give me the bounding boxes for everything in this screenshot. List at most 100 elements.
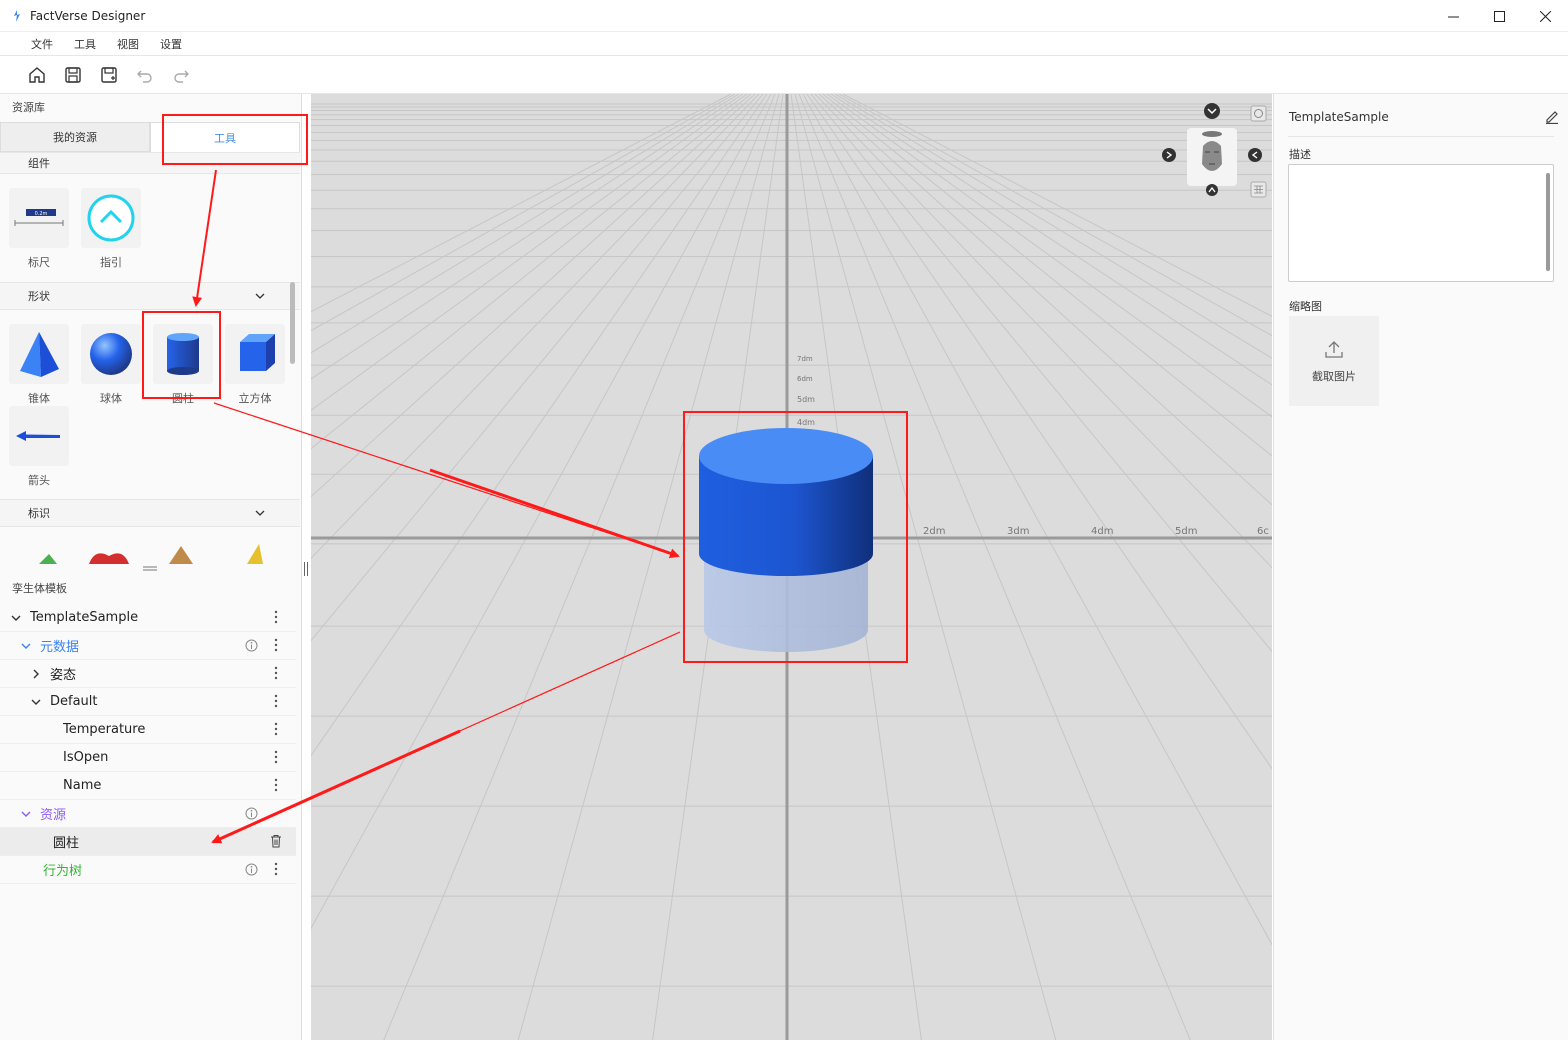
chevron-down-icon[interactable]: [10, 613, 22, 623]
section-title: 组件: [28, 157, 50, 170]
section-markers[interactable]: 标识: [0, 499, 300, 527]
tree-row-metadata[interactable]: 元数据: [0, 632, 296, 660]
redo-icon: [174, 70, 189, 83]
scene-viewport[interactable]: 2dm 3dm 4dm 5dm 6c 7dm 6dm 5dm 4dm: [311, 94, 1272, 1040]
axis-z-label: 7dm: [797, 355, 813, 363]
tree-row-isopen[interactable]: IsOpen: [0, 744, 296, 772]
tile-guide[interactable]: 指引: [81, 188, 141, 270]
menu-tools[interactable]: 工具: [74, 36, 96, 52]
tile-cone[interactable]: 锥体: [9, 324, 69, 406]
ruler-thumb: 0.2m: [9, 188, 69, 248]
ruler-icon: 0.2m: [14, 209, 64, 226]
arrow-thumb: [9, 406, 69, 466]
guide-icon: [87, 194, 135, 242]
tree-row-resources[interactable]: 资源: [0, 800, 296, 828]
chevron-down-icon[interactable]: [30, 697, 42, 707]
more-vertical-icon[interactable]: [274, 610, 278, 624]
tree-label: 姿态: [50, 668, 77, 683]
tab-tools[interactable]: 工具: [150, 122, 300, 152]
save-as-icon: [101, 66, 117, 83]
window-title: FactVerse Designer: [30, 8, 146, 23]
chevron-down-icon[interactable]: [20, 809, 32, 819]
tile-label: 立方体: [238, 392, 272, 405]
panel-splitter[interactable]: [0, 564, 300, 574]
tile-cube[interactable]: 立方体: [225, 324, 285, 406]
undo-button[interactable]: [132, 62, 158, 88]
panel-header: 资源库: [12, 101, 45, 114]
info-icon[interactable]: [245, 639, 258, 652]
edit-icon[interactable]: [1544, 108, 1560, 124]
capture-image-label: 截取图片: [1312, 370, 1356, 383]
marker-previews: [39, 544, 263, 564]
more-vertical-icon[interactable]: [274, 862, 278, 876]
trash-icon[interactable]: [270, 834, 282, 848]
cylinder-model[interactable]: [699, 428, 873, 576]
chevron-down-icon[interactable]: [20, 641, 32, 651]
tree-row-pose[interactable]: 姿态: [0, 660, 296, 688]
tree-row-name[interactable]: Name: [0, 772, 296, 800]
tile-label: 指引: [100, 256, 122, 269]
upload-icon: [1325, 341, 1343, 358]
twin-template-header: 孪生体模板: [12, 582, 67, 595]
more-vertical-icon[interactable]: [274, 778, 278, 792]
tree-row-temperature[interactable]: Temperature: [0, 716, 296, 744]
description-input[interactable]: [1288, 164, 1554, 282]
tile-sphere[interactable]: 球体: [81, 324, 141, 406]
scene-canvas[interactable]: 2dm 3dm 4dm 5dm 6c 7dm 6dm 5dm 4dm: [311, 94, 1272, 1040]
minimize-button[interactable]: [1430, 0, 1476, 32]
resource-tabs: 我的资源 工具: [0, 122, 301, 152]
more-vertical-icon[interactable]: [274, 694, 278, 708]
tile-cylinder[interactable]: 圆柱: [153, 324, 213, 406]
tree-label: 圆柱: [53, 836, 80, 851]
menu-view[interactable]: 视图: [117, 36, 139, 52]
maximize-icon: [1493, 10, 1505, 22]
home-button[interactable]: [24, 62, 50, 88]
description-scrollbar[interactable]: [1546, 173, 1550, 271]
axis-x-label: 2dm: [923, 526, 945, 537]
section-components[interactable]: 组件: [0, 152, 300, 174]
pyramid-icon: [20, 332, 59, 377]
more-vertical-icon[interactable]: [274, 750, 278, 764]
tree-row-cylinder-resource[interactable]: 圆柱: [0, 828, 296, 856]
tile-ruler[interactable]: 0.2m 标尺: [9, 188, 69, 270]
tile-arrow[interactable]: 箭头: [9, 406, 69, 488]
more-vertical-icon[interactable]: [274, 666, 278, 680]
more-vertical-icon[interactable]: [274, 638, 278, 652]
tree-label: IsOpen: [63, 750, 109, 765]
tree-label: Name: [63, 778, 102, 793]
tree-label: Default: [50, 694, 98, 709]
axis-x-label: 6c: [1257, 526, 1269, 537]
tree-row-default[interactable]: Default: [0, 688, 296, 716]
save-as-button[interactable]: [96, 62, 122, 88]
menu-settings[interactable]: 设置: [160, 36, 182, 52]
section-title: 标识: [28, 507, 50, 520]
tree-row-behavior-tree[interactable]: 行为树: [0, 856, 296, 884]
axis-x-label: 4dm: [1091, 526, 1113, 537]
capture-image-button[interactable]: 截取图片: [1289, 316, 1379, 406]
close-window-button[interactable]: [1522, 0, 1568, 32]
axis-x-label: 3dm: [1007, 526, 1029, 537]
library-scrollbar[interactable]: [290, 282, 295, 364]
home-icon: [29, 66, 45, 83]
tree-label: TemplateSample: [30, 610, 139, 625]
menu-file[interactable]: 文件: [31, 36, 53, 52]
info-icon[interactable]: [245, 863, 258, 876]
chevron-right-icon[interactable]: [30, 669, 42, 679]
divider: [1288, 136, 1554, 137]
collapse-handle-icon[interactable]: [303, 562, 309, 576]
more-vertical-icon[interactable]: [274, 722, 278, 736]
tile-label: 箭头: [28, 474, 50, 487]
drag-handle-icon: [143, 566, 157, 571]
close-icon: [1539, 10, 1551, 22]
undo-icon: [137, 70, 152, 83]
tab-my-resources[interactable]: 我的资源: [0, 122, 150, 152]
tile-label: 标尺: [28, 256, 50, 269]
section-shapes[interactable]: 形状: [0, 282, 300, 310]
redo-button[interactable]: [168, 62, 194, 88]
axis-z-label: 5dm: [797, 395, 815, 404]
save-button[interactable]: [60, 62, 86, 88]
tree-row-root[interactable]: TemplateSample: [0, 604, 296, 632]
info-icon[interactable]: [245, 807, 258, 820]
maximize-button[interactable]: [1476, 0, 1522, 32]
menu-bar: 文件 工具 视图 设置: [0, 32, 1568, 56]
